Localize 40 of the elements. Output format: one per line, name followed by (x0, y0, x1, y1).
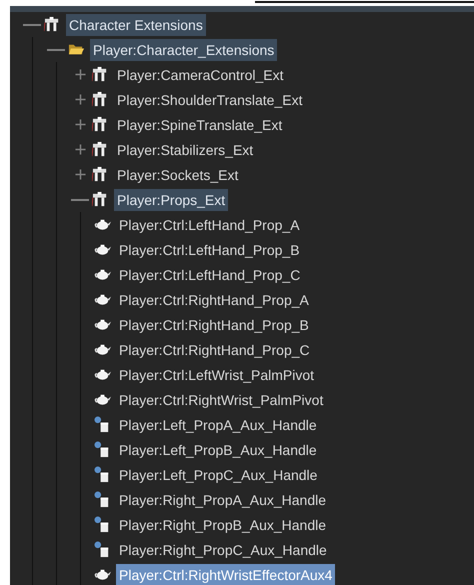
tree-item[interactable]: Player:Ctrl:LeftHand_Prop_C (116, 264, 304, 286)
tree-item[interactable]: Player:Ctrl:LeftHand_Prop_A (116, 214, 303, 236)
character-icon (44, 16, 61, 33)
tree-item[interactable]: Player:Left_PropB_Aux_Handle (116, 438, 320, 460)
expand-icon[interactable] (74, 168, 86, 181)
tree-item[interactable]: Player:Character_Extensions (90, 38, 278, 60)
tree-item[interactable]: Character Extensions (66, 14, 206, 36)
tree-item[interactable]: Player:Right_PropB_Aux_Handle (116, 514, 330, 536)
tree-item[interactable]: Player:Right_PropA_Aux_Handle (116, 488, 330, 510)
tree-item[interactable]: Player:Ctrl:RightHand_Prop_C (116, 338, 313, 360)
tree-item[interactable]: Player:Ctrl:LeftWrist_PalmPivot (116, 364, 318, 386)
expand-icon[interactable] (74, 68, 86, 81)
handle-icon (94, 416, 111, 433)
tree-item[interactable]: Player:Left_PropA_Aux_Handle (116, 414, 320, 436)
tree-item[interactable]: Player:Ctrl:LeftHand_Prop_B (116, 238, 303, 260)
character-icon (92, 191, 109, 208)
tree-item[interactable]: Player:ShoulderTranslate_Ext (114, 88, 306, 110)
handle-icon (94, 491, 111, 508)
tree-item[interactable]: Player:Props_Ext (114, 188, 228, 210)
tree-item[interactable]: Player:Right_PropC_Aux_Handle (116, 538, 330, 560)
tree-item[interactable]: Player:Sockets_Ext (114, 164, 242, 186)
character-icon (92, 141, 109, 158)
character-icon (92, 66, 109, 83)
expand-icon[interactable] (74, 93, 86, 106)
tree-item[interactable]: Player:Stabilizers_Ext (114, 138, 256, 160)
expand-icon[interactable] (74, 143, 86, 156)
character-icon (92, 116, 109, 133)
character-icon (92, 91, 109, 108)
handle-icon (94, 516, 111, 533)
expand-icon[interactable] (74, 118, 86, 131)
tree-item[interactable]: Player:Left_PropC_Aux_Handle (116, 464, 320, 486)
handle-icon (94, 541, 111, 558)
tree-item[interactable]: Player:Ctrl:RightWrist_PalmPivot (116, 388, 326, 410)
tree-item[interactable]: Player:SpineTranslate_Ext (114, 114, 286, 136)
tree-item[interactable]: Player:Ctrl:RightHand_Prop_B (116, 314, 312, 336)
tree-item[interactable]: Player:CameraControl_Ext (114, 64, 287, 86)
handle-icon (94, 466, 111, 483)
handle-icon (94, 441, 111, 458)
character-icon (92, 166, 109, 183)
tree-item[interactable]: Player:Ctrl:RightHand_Prop_A (116, 288, 312, 310)
